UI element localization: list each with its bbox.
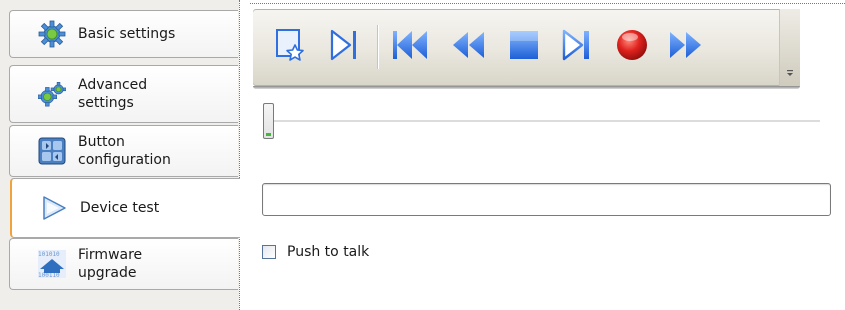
tab-label: Firmware upgrade [78,247,143,281]
play-to-end-button[interactable] [551,22,601,72]
skip-back-button[interactable] [385,22,435,72]
slider-thumb-grip [266,133,271,136]
bookmark-star-icon [272,27,308,67]
rewind-button[interactable] [443,22,493,72]
play-pause-button[interactable] [319,22,369,72]
toolbar-separator [377,25,378,69]
record-icon [614,27,650,67]
push-to-talk-checkbox[interactable]: Push to talk [262,244,369,260]
button-grid-icon [38,137,66,165]
tab-basic-settings[interactable]: Basic settings [9,10,238,58]
media-toolbar [253,9,800,89]
svg-text:101010: 101010 [38,251,60,258]
tab-label: Basic settings [78,26,176,42]
tab-label: Advanced settings [78,77,148,111]
panel-top-border [250,3,845,4]
skip-back-icon [390,27,430,67]
play-end-icon [558,27,594,67]
play-pause-icon [326,27,362,67]
gears-icon [38,80,66,108]
stop-button[interactable] [499,22,549,72]
tab-firmware-upgrade[interactable]: 101010 100110 Firmware upgrade [9,238,238,290]
rewind-icon [448,27,488,67]
chevron-down-icon [786,66,794,81]
firmware-binary-icon: 101010 100110 [38,250,66,278]
stop-icon [506,27,542,67]
level-meter-box [262,183,831,216]
gear-icon [38,20,66,48]
bookmark-button[interactable] [265,22,315,72]
tab-button-configuration[interactable]: Button configuration [9,125,238,177]
device-test-panel: Push to talk [240,0,845,310]
record-button[interactable] [607,22,657,72]
tab-label: Button configuration [78,134,171,168]
tab-advanced-settings[interactable]: Advanced settings [9,65,238,123]
fast-forward-button[interactable] [661,22,711,72]
position-slider-thumb[interactable] [263,103,274,139]
fast-forward-icon [666,27,706,67]
checkbox-box[interactable] [262,245,276,259]
settings-tab-list: Basic settings Advanced settings Button … [0,0,240,310]
position-slider-track[interactable] [266,120,820,123]
tab-label: Device test [80,200,160,216]
toolbar-overflow-button[interactable] [779,9,800,86]
tab-device-test[interactable]: Device test [10,178,240,238]
toolbar-shadow [253,86,800,89]
play-triangle-icon [40,194,68,222]
push-to-talk-label: Push to talk [287,244,370,260]
